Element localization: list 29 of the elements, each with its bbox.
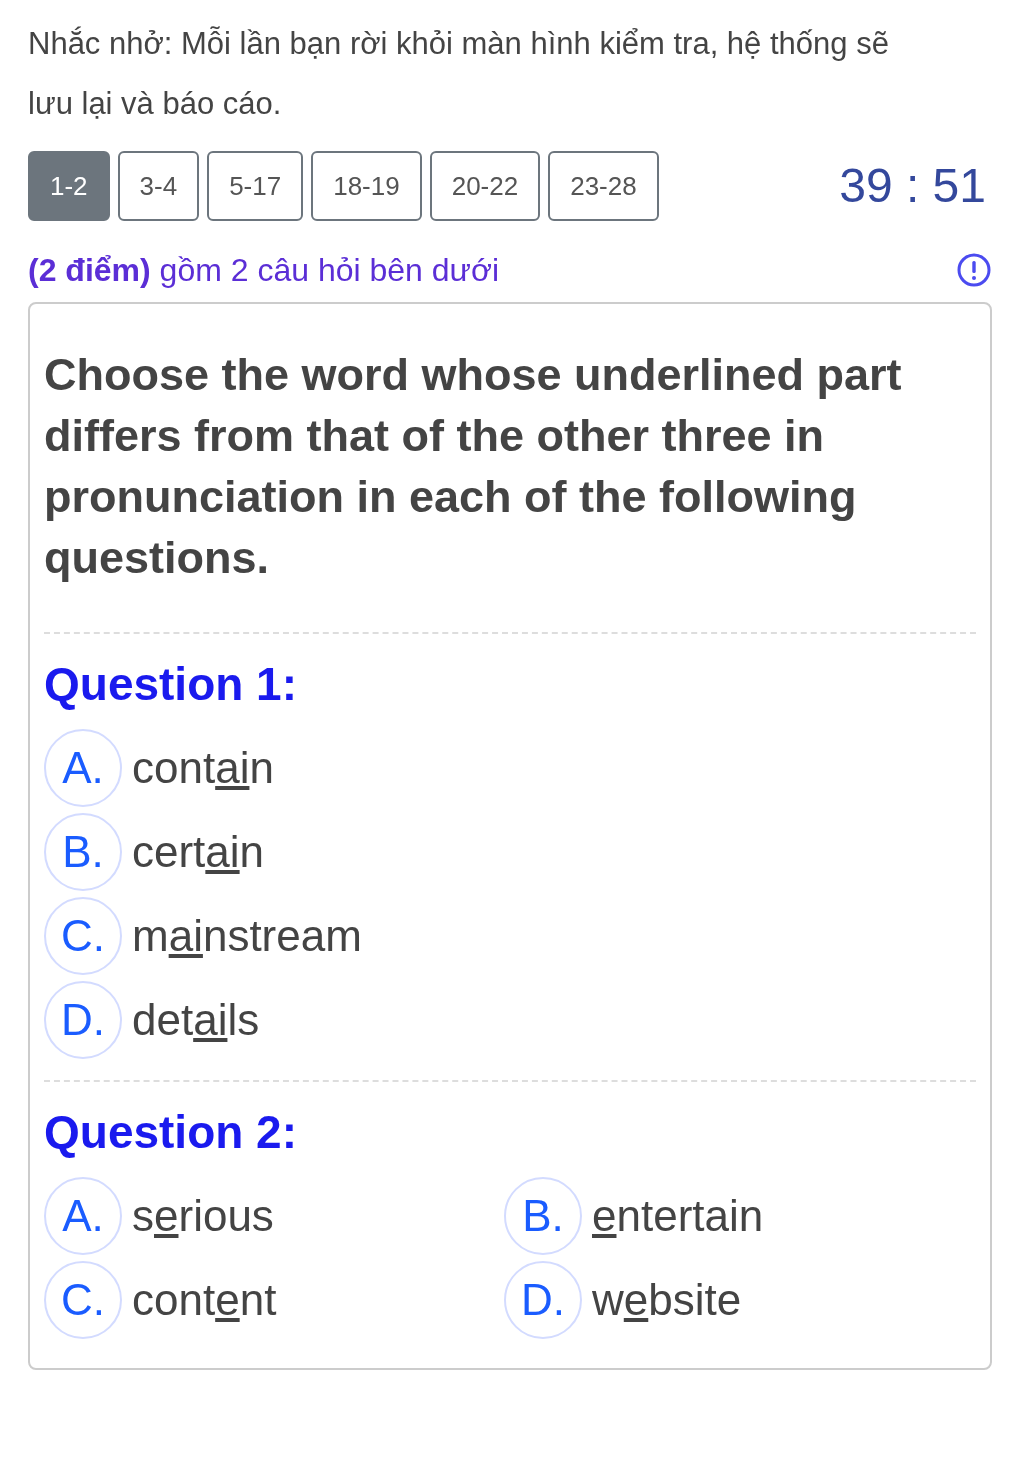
option-letter[interactable]: A. bbox=[44, 1177, 122, 1255]
option-text: details bbox=[132, 994, 260, 1046]
option-text: website bbox=[592, 1274, 742, 1326]
section-tab[interactable]: 23-28 bbox=[548, 151, 659, 221]
option-text: mainstream bbox=[132, 910, 362, 962]
option-letter[interactable]: B. bbox=[44, 813, 122, 891]
section-tab[interactable]: 20-22 bbox=[429, 151, 541, 221]
option-letter[interactable]: C. bbox=[44, 1261, 122, 1339]
option-letter[interactable]: D. bbox=[504, 1261, 582, 1339]
option-letter[interactable]: C. bbox=[44, 897, 122, 975]
option-text: content bbox=[132, 1274, 277, 1326]
option-letter[interactable]: B. bbox=[504, 1177, 582, 1255]
section-heading: (2 điểm) gồm 2 câu hỏi bên dưới bbox=[28, 251, 500, 290]
option-letter[interactable]: A. bbox=[44, 729, 122, 807]
question-title: Question 1: bbox=[44, 657, 299, 712]
alert-icon[interactable] bbox=[956, 252, 992, 288]
instruction-text: Choose the word whose underlined part differs from that of the other three in pronunciation in each of the following questions. bbox=[44, 348, 903, 585]
option-text: serious bbox=[132, 1190, 274, 1242]
option-text: certain bbox=[132, 826, 265, 878]
option-text: contain bbox=[132, 742, 274, 794]
option-text: entertain bbox=[592, 1190, 764, 1242]
section-tab[interactable]: 5-17 bbox=[207, 151, 304, 221]
section-tab[interactable]: 1-2 bbox=[28, 151, 110, 221]
question-title: Question 2: bbox=[44, 1105, 299, 1160]
timer: 39 : 51 bbox=[839, 158, 987, 214]
section-tab[interactable]: 18-19 bbox=[311, 151, 422, 221]
reminder-text: Nhắc nhở: Mỗi lần bạn rời khỏi màn hình kiểm tra, hệ thống sẽ lưu lại và báo cáo. bbox=[28, 25, 890, 123]
section-tab[interactable]: 3-4 bbox=[117, 151, 200, 221]
option-letter[interactable]: D. bbox=[44, 981, 122, 1059]
